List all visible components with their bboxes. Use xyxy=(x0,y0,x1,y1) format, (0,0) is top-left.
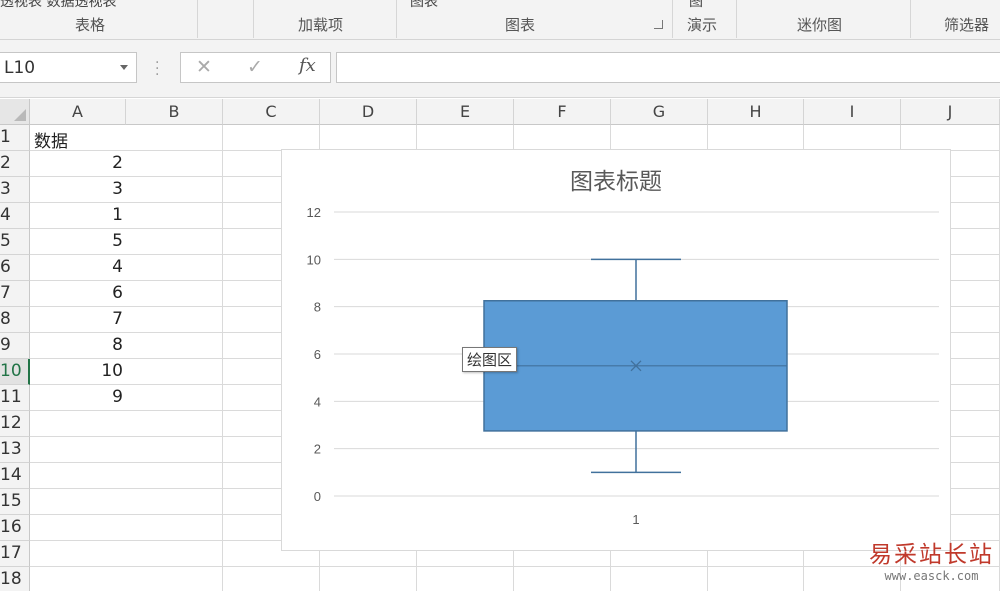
formula-input[interactable] xyxy=(336,52,1000,83)
row-header-6[interactable]: 6 xyxy=(0,255,30,281)
row-header-12[interactable]: 12 xyxy=(0,411,30,437)
y-tick-label: 8 xyxy=(314,300,321,315)
cell-a8[interactable]: 7 xyxy=(30,307,123,333)
name-box-value: L10 xyxy=(4,58,36,78)
ribbon-group-label: 加载项 xyxy=(298,16,344,34)
enter-icon[interactable]: ✓ xyxy=(247,56,263,78)
more-icon[interactable]: · · · xyxy=(155,56,159,82)
ribbon-separator xyxy=(253,0,254,38)
name-box[interactable]: L10 xyxy=(0,52,137,83)
column-header-j[interactable]: J xyxy=(901,99,1000,125)
column-header-h[interactable]: H xyxy=(708,99,804,125)
row-header-7[interactable]: 7 xyxy=(0,281,30,307)
row-header-11[interactable]: 11 xyxy=(0,385,30,411)
ribbon-separator xyxy=(396,0,397,38)
row-header-15[interactable]: 15 xyxy=(0,489,30,515)
row-header-16[interactable]: 16 xyxy=(0,515,30,541)
row-header-18[interactable]: 18 xyxy=(0,567,30,591)
ribbon: 透视表 数据透视表 图表图 表格 加载项 图表 演示 迷你图 筛选器 xyxy=(0,0,1000,40)
column-header-g[interactable]: G xyxy=(611,99,708,125)
select-all-icon xyxy=(14,109,26,121)
row-header-5[interactable]: 5 xyxy=(0,229,30,255)
worksheet-grid[interactable]: ABCDEFGHIJ 1 2 3 4 5 6 7 8 9 10 11 12 13 14 15 16 17 18 数… xyxy=(0,99,1000,591)
row-header-2[interactable]: 2 xyxy=(0,151,30,177)
cell-a1[interactable]: 数据 xyxy=(34,125,124,152)
row-header-10[interactable]: 10 xyxy=(0,359,30,385)
row-header-17[interactable]: 17 xyxy=(0,541,30,567)
grid-line xyxy=(30,566,1000,567)
chart-dialog-launcher-icon[interactable] xyxy=(654,20,663,29)
ribbon-group-label: 迷你图 xyxy=(797,16,843,34)
watermark-url: www.easck.com xyxy=(884,569,979,583)
column-header-i[interactable]: I xyxy=(804,99,901,125)
cell-a5[interactable]: 5 xyxy=(30,229,123,255)
cancel-icon[interactable]: ✕ xyxy=(196,56,212,78)
ribbon-top-label[interactable]: 图表 xyxy=(410,0,438,11)
formula-buttons: ✕ ✓ fx xyxy=(180,52,331,83)
chevron-down-icon[interactable] xyxy=(120,65,128,70)
column-header-c[interactable]: C xyxy=(223,99,320,125)
x-category-label: 1 xyxy=(632,512,639,527)
ribbon-separator xyxy=(197,0,198,38)
cell-a3[interactable]: 3 xyxy=(30,177,123,203)
cell-a2[interactable]: 2 xyxy=(30,151,123,177)
ribbon-top-label[interactable]: 图 xyxy=(689,0,703,11)
watermark: 易采站长站 www.easck.com xyxy=(869,535,994,583)
y-tick-label: 0 xyxy=(314,489,321,504)
ribbon-group-label: 演示 xyxy=(687,16,718,34)
row-header-3[interactable]: 3 xyxy=(0,177,30,203)
ribbon-group-label: 图表 xyxy=(505,16,536,34)
cell-a9[interactable]: 8 xyxy=(30,333,123,359)
ribbon-top-label[interactable]: 透视表 数据透视表 xyxy=(0,0,116,11)
cell-a6[interactable]: 4 xyxy=(30,255,123,281)
insert-function-button[interactable]: fx xyxy=(299,55,316,76)
cell-a10[interactable]: 10 xyxy=(30,359,123,385)
y-tick-label: 4 xyxy=(314,394,321,409)
row-header-8[interactable]: 8 xyxy=(0,307,30,333)
y-tick-label: 10 xyxy=(307,252,321,267)
row-header-13[interactable]: 13 xyxy=(0,437,30,463)
column-header-a[interactable]: A xyxy=(30,99,126,125)
watermark-text: 易采站长站 xyxy=(869,542,994,568)
column-header-e[interactable]: E xyxy=(417,99,514,125)
y-tick-label: 6 xyxy=(314,347,321,362)
y-tick-label: 2 xyxy=(314,442,321,457)
ribbon-separator xyxy=(910,0,911,38)
cell-a4[interactable]: 1 xyxy=(30,203,123,229)
row-header-14[interactable]: 14 xyxy=(0,463,30,489)
row-header-4[interactable]: 4 xyxy=(0,203,30,229)
select-all-button[interactable] xyxy=(0,99,30,125)
formula-bar: L10 · · · ✕ ✓ fx xyxy=(0,40,1000,98)
column-header-b[interactable]: B xyxy=(126,99,223,125)
ribbon-separator xyxy=(736,0,737,38)
plot-area-tooltip: 绘图区 xyxy=(462,347,518,372)
row-header-9[interactable]: 9 xyxy=(0,333,30,359)
cell-a11[interactable]: 9 xyxy=(30,385,123,411)
ribbon-separator xyxy=(672,0,673,38)
cell-a7[interactable]: 6 xyxy=(30,281,123,307)
column-header-f[interactable]: F xyxy=(514,99,611,125)
y-tick-label: 12 xyxy=(307,205,321,220)
box-plot-chart[interactable]: 图表标题 0 2 4 6 8 10 12 1 绘图区 xyxy=(281,149,951,551)
ribbon-group-label: 表格 xyxy=(75,16,106,34)
row-header-1[interactable]: 1 xyxy=(0,125,30,151)
column-header-d[interactable]: D xyxy=(320,99,417,125)
ribbon-group-label: 筛选器 xyxy=(944,16,990,34)
chart-canvas[interactable]: 0 2 4 6 8 10 12 1 xyxy=(282,150,952,552)
